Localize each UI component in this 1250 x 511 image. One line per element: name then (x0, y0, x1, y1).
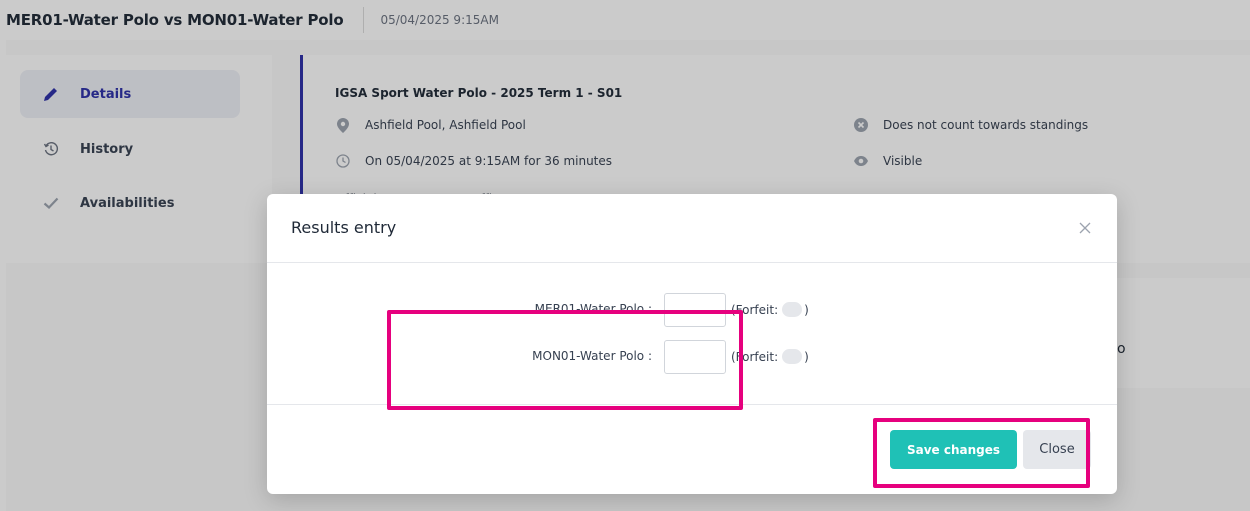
forfeit-toggle-mon01[interactable] (782, 349, 803, 364)
highlight-box-action-buttons (873, 418, 1090, 488)
modal-header: Results entry (267, 194, 1117, 263)
close-icon[interactable] (1073, 216, 1097, 240)
forfeit-close: ) (804, 349, 809, 364)
modal-title: Results entry (291, 218, 397, 237)
highlight-box-score-inputs (387, 310, 743, 410)
forfeit-toggle-mer01[interactable] (782, 302, 803, 317)
forfeit-close: ) (804, 302, 809, 317)
